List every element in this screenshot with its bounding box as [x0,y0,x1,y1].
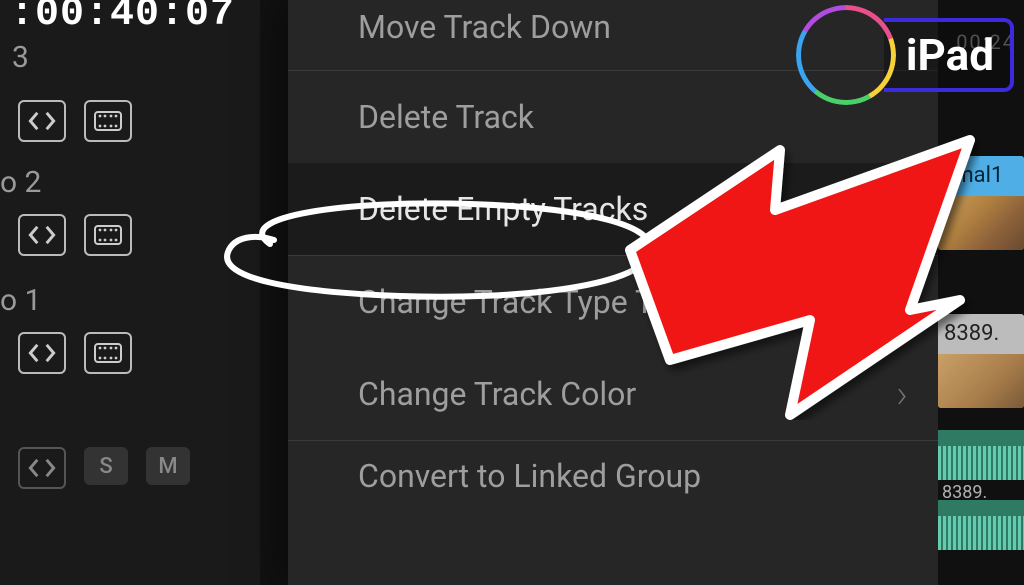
clip-title: 8389. [942,482,987,503]
track-label-v1: o 1 [0,283,41,318]
waveform-icon [938,516,1024,550]
track-header-v1[interactable] [18,332,132,374]
waveform-icon [938,446,1024,480]
track-header-panel: :00:40:07 3 o 2 o 1 [0,0,260,585]
audio-track-header[interactable]: S M [18,447,190,489]
filmstrip-icon[interactable] [84,100,132,142]
clip-title: 8389. [938,314,1024,354]
timecode-display: :00:40:07 [10,0,235,37]
menu-item-label: Change Track Color [358,375,636,413]
menu-item-change-track-color[interactable]: Change Track Color › [288,348,938,441]
davinci-logo-icon [796,5,896,105]
menu-item-label: Change Track Type To [358,283,671,321]
menu-item-label: Move Track Down [358,8,611,46]
menu-item-label: Convert to Linked Group [358,457,701,495]
video-clip[interactable]: Final1 [938,156,1024,250]
filmstrip-icon[interactable] [84,332,132,374]
mute-button[interactable]: M [146,447,190,485]
audio-clip[interactable] [938,430,1024,480]
menu-item-change-track-type[interactable]: Change Track Type To › [288,256,938,348]
menu-item-label: Delete Empty Tracks [358,190,648,228]
track-header-v2[interactable] [18,214,132,256]
davinci-ipad-badge: iPad [796,5,1014,105]
ipad-label-box: iPad [884,18,1014,92]
screenshot-stage: :00:40:07 3 o 2 o 1 [0,0,1024,585]
code-toggle-icon[interactable] [18,214,66,256]
chevron-right-icon: › [896,371,908,418]
solo-button[interactable]: S [84,447,128,485]
code-toggle-icon[interactable] [18,447,66,489]
chevron-right-icon: › [896,279,908,326]
ipad-label: iPad [906,29,994,81]
track-label-v2: o 2 [0,165,41,200]
tracks-count-fragment: 3 [12,40,29,75]
code-toggle-icon[interactable] [18,100,66,142]
clip-thumbnail [938,354,1024,408]
menu-item-delete-empty-tracks[interactable]: Delete Empty Tracks [288,163,938,256]
clip-title: Final1 [938,156,1024,196]
filmstrip-icon[interactable] [84,214,132,256]
audio-clip[interactable]: 8389. [938,500,1024,550]
video-clip[interactable]: 8389. [938,314,1024,408]
clip-thumbnail [938,196,1024,250]
menu-item-convert-linked-group[interactable]: Convert to Linked Group [288,441,938,511]
track-header-v3[interactable] [18,100,132,142]
code-toggle-icon[interactable] [18,332,66,374]
menu-item-label: Delete Track [358,98,534,136]
